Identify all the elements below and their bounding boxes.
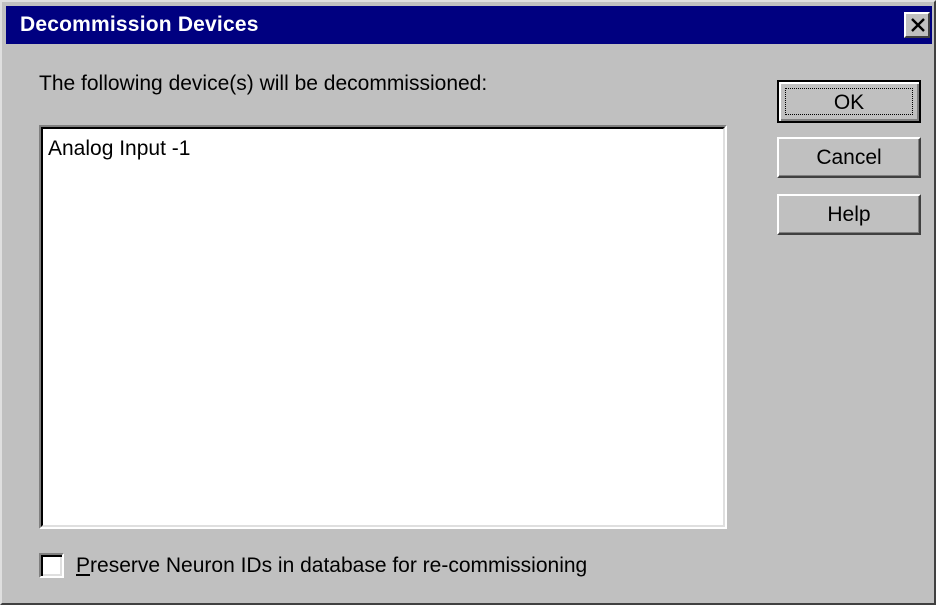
dialog-title: Decommission Devices <box>20 13 259 36</box>
preserve-neuron-ids-label[interactable]: Preserve Neuron IDs in database for re-c… <box>76 553 587 578</box>
title-bar[interactable]: Decommission Devices <box>6 6 932 44</box>
label-text: reserve Neuron IDs in database for re-co… <box>90 554 588 577</box>
decommission-dialog: Decommission Devices The following devic… <box>0 0 936 605</box>
cancel-button[interactable]: Cancel <box>777 137 921 178</box>
prompt-text: The following device(s) will be decommis… <box>39 72 488 95</box>
ok-button[interactable]: OK <box>777 80 921 123</box>
ok-button-label: OK <box>785 88 913 115</box>
preserve-neuron-ids-checkbox[interactable] <box>39 553 64 578</box>
listbox-frame: Analog Input -1 <box>41 127 725 527</box>
help-button[interactable]: Help <box>777 194 921 235</box>
mnemonic-letter: P <box>76 554 91 577</box>
list-item[interactable]: Analog Input -1 <box>48 137 190 161</box>
device-listbox[interactable]: Analog Input -1 <box>39 125 727 529</box>
close-button[interactable] <box>904 12 930 38</box>
close-icon <box>911 18 925 32</box>
